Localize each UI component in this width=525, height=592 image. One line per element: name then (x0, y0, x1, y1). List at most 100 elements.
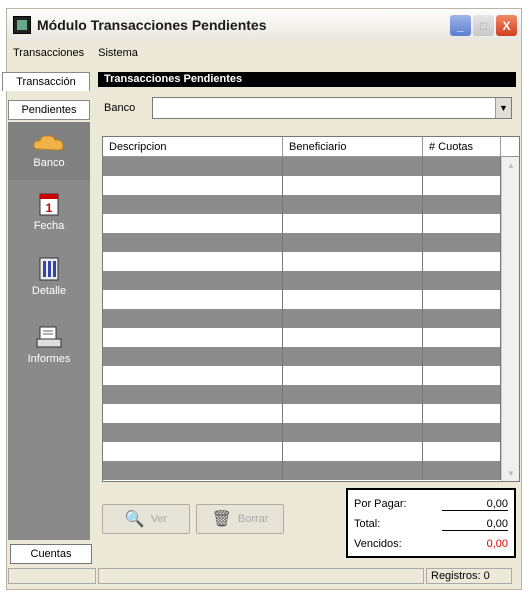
menu-bar: Transacciones Sistema (7, 43, 138, 63)
table-cell (283, 328, 423, 347)
table-cell (283, 176, 423, 195)
scroll-down-icon[interactable]: ▼ (502, 465, 519, 481)
borrar-button[interactable]: 🗑 Borrar (196, 504, 284, 534)
sidebar-item-informes[interactable]: Informes (8, 310, 90, 380)
table-cell (423, 290, 501, 309)
table-cell (423, 176, 501, 195)
transactions-grid[interactable]: Descripcion Beneficiario # Cuotas ▲ ▼ (102, 136, 520, 482)
table-row[interactable] (103, 176, 519, 195)
table-cell (283, 366, 423, 385)
table-cell (423, 252, 501, 271)
table-cell (283, 233, 423, 252)
borrar-label: Borrar (237, 513, 269, 525)
vencidos-label: Vencidos: (354, 538, 402, 550)
trash-icon: 🗑 (211, 511, 232, 528)
column-cuotas[interactable]: # Cuotas (423, 137, 501, 156)
column-beneficiario[interactable]: Beneficiario (283, 137, 423, 156)
table-row[interactable] (103, 385, 519, 404)
svg-text:1: 1 (46, 201, 53, 215)
table-cell (103, 423, 283, 442)
table-cell (103, 214, 283, 233)
tab-cuentas[interactable]: Cuentas (10, 544, 92, 564)
banco-label: Banco (104, 102, 136, 114)
table-row[interactable] (103, 347, 519, 366)
table-cell (103, 195, 283, 214)
table-row[interactable] (103, 157, 519, 176)
menu-sistema[interactable]: Sistema (98, 47, 138, 59)
sidebar: Banco 1 Fecha Detalle Informes (8, 122, 90, 540)
app-icon (13, 16, 31, 34)
table-row[interactable] (103, 366, 519, 385)
table-row[interactable] (103, 309, 519, 328)
calendar-icon: 1 (39, 193, 59, 216)
table-row[interactable] (103, 252, 519, 271)
table-cell (103, 271, 283, 290)
por-pagar-label: Por Pagar: (354, 498, 407, 510)
table-cell (283, 385, 423, 404)
table-cell (103, 404, 283, 423)
table-cell (423, 233, 501, 252)
table-cell (423, 195, 501, 214)
table-cell (283, 214, 423, 233)
status-bar: Registros: 0 (8, 568, 518, 584)
table-row[interactable] (103, 290, 519, 309)
tab-pendientes[interactable]: Pendientes (8, 100, 90, 120)
grid-scrollbar[interactable]: ▲ ▼ (501, 157, 519, 481)
magnifier-icon: 🔍 (124, 511, 145, 528)
report-icon (36, 326, 62, 348)
sidebar-item-banco[interactable]: Banco (8, 122, 90, 180)
table-cell (423, 328, 501, 347)
table-row[interactable] (103, 214, 519, 233)
grid-body (103, 157, 519, 480)
table-row[interactable] (103, 423, 519, 442)
table-cell (283, 423, 423, 442)
table-cell (283, 290, 423, 309)
maximize-button[interactable]: □ (473, 15, 494, 36)
table-row[interactable] (103, 404, 519, 423)
title-bar[interactable]: Módulo Transacciones Pendientes _ □ X (7, 9, 521, 41)
sidebar-item-label: Fecha (33, 220, 65, 232)
panel-title: Transacciones Pendientes (98, 72, 516, 87)
sidebar-item-label: Banco (33, 157, 65, 169)
banco-select[interactable]: ▼ (152, 97, 512, 119)
table-row[interactable] (103, 461, 519, 480)
ver-label: Ver (150, 513, 168, 525)
table-row[interactable] (103, 328, 519, 347)
table-row[interactable] (103, 442, 519, 461)
table-row[interactable] (103, 195, 519, 214)
table-cell (423, 442, 501, 461)
table-row[interactable] (103, 233, 519, 252)
grid-header: Descripcion Beneficiario # Cuotas (103, 137, 519, 157)
sidebar-item-detalle[interactable]: Detalle (8, 244, 90, 310)
table-cell (423, 423, 501, 442)
table-cell (103, 461, 283, 480)
table-cell (103, 385, 283, 404)
status-cell-2 (98, 568, 424, 584)
table-cell (283, 442, 423, 461)
menu-transacciones[interactable]: Transacciones (13, 47, 84, 59)
close-button[interactable]: X (496, 15, 517, 36)
sidebar-item-label: Detalle (31, 285, 67, 297)
summary-box: Por Pagar: 0,00 Total: 0,00 Vencidos: 0,00 (346, 488, 516, 558)
table-cell (103, 309, 283, 328)
minimize-button[interactable]: _ (450, 15, 471, 36)
scroll-up-icon[interactable]: ▲ (502, 157, 519, 173)
column-descripcion[interactable]: Descripcion (103, 137, 283, 156)
total-value: 0,00 (442, 518, 508, 531)
table-cell (103, 366, 283, 385)
table-cell (423, 366, 501, 385)
sidebar-item-fecha[interactable]: 1 Fecha (8, 180, 90, 244)
table-cell (423, 404, 501, 423)
table-cell (283, 252, 423, 271)
chevron-down-icon[interactable]: ▼ (495, 98, 511, 118)
table-row[interactable] (103, 271, 519, 290)
ver-button[interactable]: 🔍 Ver (102, 504, 190, 534)
table-cell (423, 271, 501, 290)
table-cell (103, 347, 283, 366)
tab-transaccion[interactable]: Transacción (2, 72, 90, 91)
table-cell (283, 461, 423, 480)
table-cell (423, 309, 501, 328)
table-cell (423, 214, 501, 233)
vencidos-value: 0,00 (486, 538, 508, 550)
sidebar-item-label: Informes (27, 353, 71, 365)
